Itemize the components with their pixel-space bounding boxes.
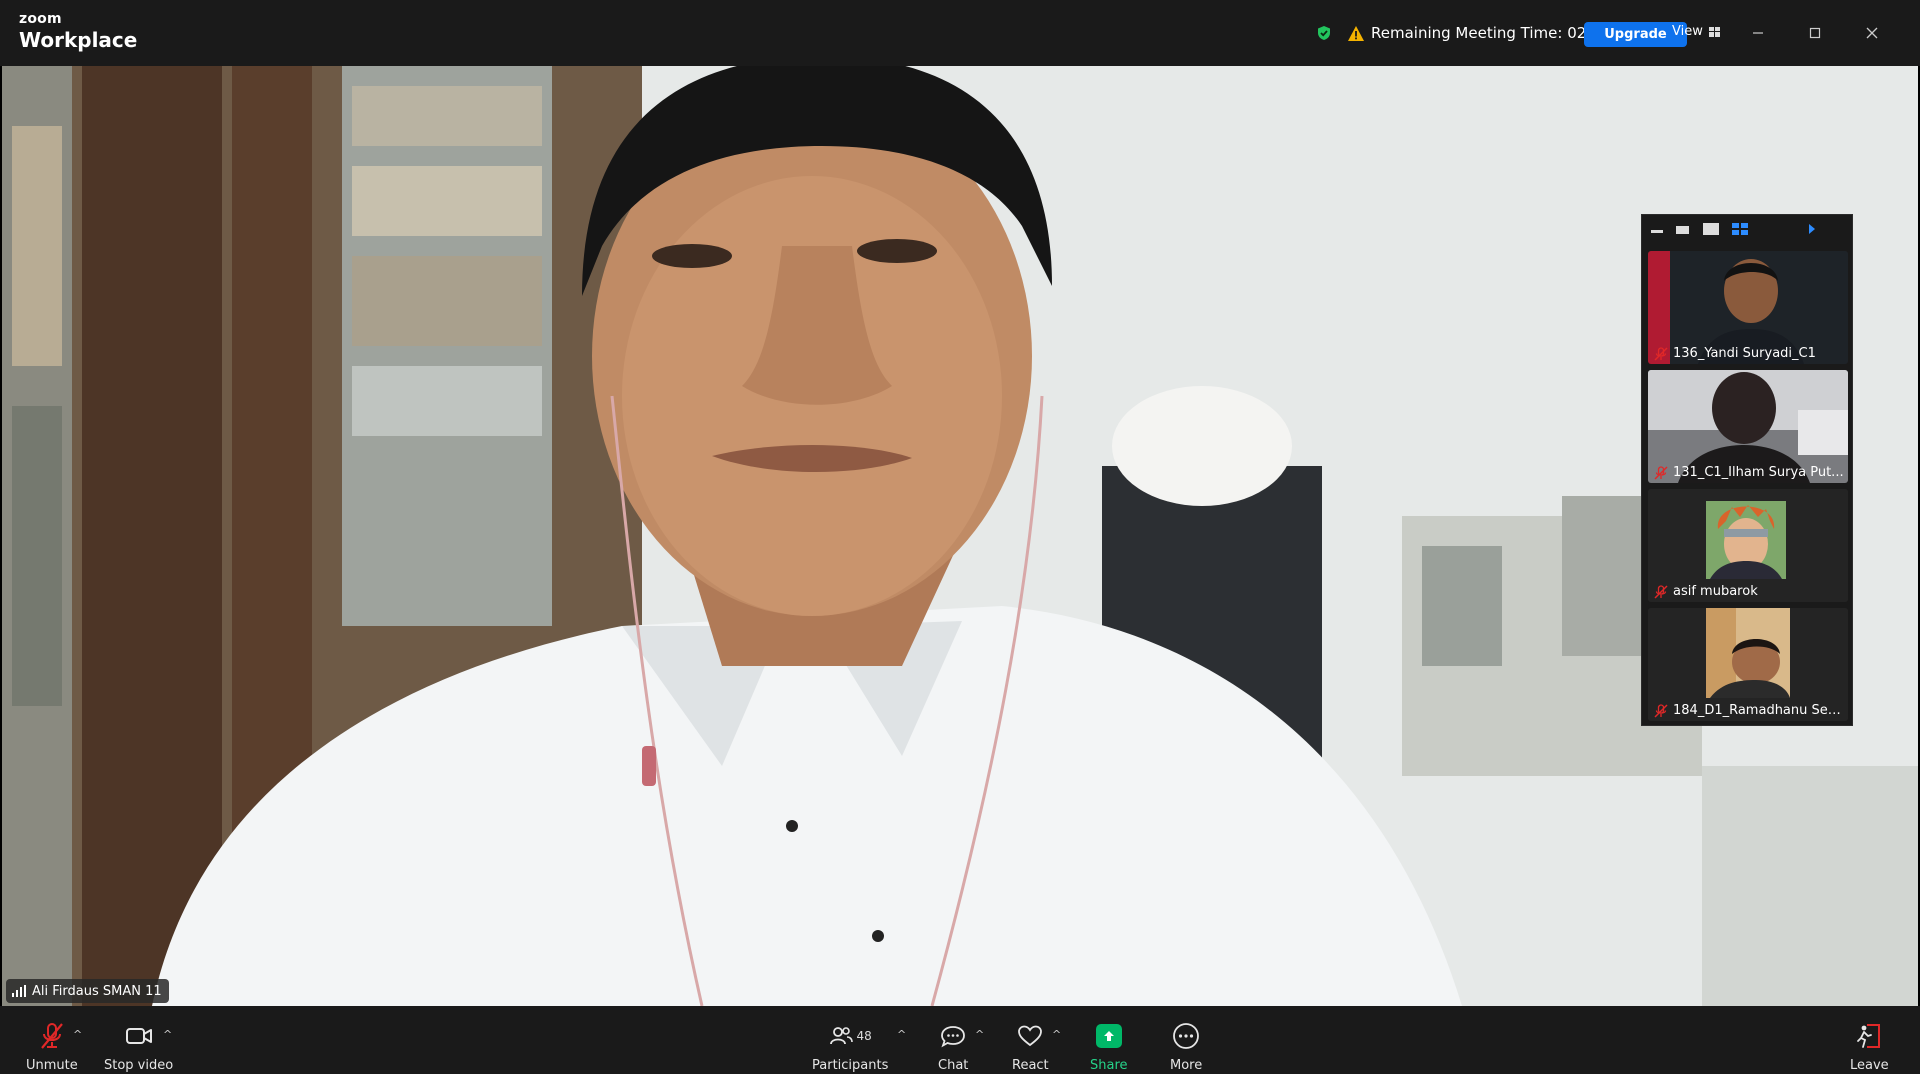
next-page-icon[interactable] — [1808, 224, 1816, 234]
participant-name-label: 136_Yandi Suryadi_C1 — [1654, 346, 1844, 361]
stop-video-label: Stop video — [104, 1058, 174, 1073]
more-icon — [1173, 1023, 1200, 1049]
more-button[interactable]: More — [1170, 1022, 1202, 1073]
title-bar: zoom Workplace Remaining Meeting Time: 0… — [0, 0, 1920, 66]
heart-icon — [1018, 1025, 1043, 1047]
react-options-caret-icon[interactable]: ^ — [1052, 1028, 1061, 1041]
share-icon — [1095, 1024, 1122, 1048]
participants-count: 48 — [856, 1029, 872, 1043]
minimize-icon — [1753, 32, 1763, 34]
minimize-window-button[interactable] — [1743, 20, 1773, 46]
leave-meeting-button[interactable]: Leave — [1850, 1022, 1889, 1073]
grid-icon — [1708, 26, 1720, 37]
mic-off-icon — [1654, 584, 1668, 599]
chat-button[interactable]: Chat — [938, 1022, 968, 1073]
participant-tile[interactable]: 136_Yandi Suryadi_C1 — [1648, 251, 1848, 364]
audio-options-caret-icon[interactable]: ^ — [73, 1028, 82, 1041]
view-label: View — [1672, 24, 1703, 39]
mic-off-icon — [41, 1023, 63, 1049]
participants-icon — [829, 1027, 853, 1045]
mic-off-icon — [1654, 465, 1668, 480]
brand-zoom-text: zoom — [19, 11, 62, 27]
participant-name: 136_Yandi Suryadi_C1 — [1673, 346, 1816, 361]
chat-label: Chat — [938, 1058, 969, 1073]
participants-options-caret-icon[interactable]: ^ — [897, 1028, 906, 1041]
share-label: Share — [1090, 1058, 1128, 1073]
participant-name-label: asif mubarok — [1654, 584, 1844, 599]
hide-video-icon[interactable] — [1651, 230, 1663, 234]
participant-name: 184_D1_Ramadhanu Set... — [1673, 703, 1844, 718]
speaker-name: Ali Firdaus SMAN 11 — [32, 983, 162, 999]
react-button[interactable]: React — [1012, 1022, 1049, 1073]
strip-size-large-icon[interactable] — [1703, 223, 1719, 235]
speaker-video-frame — [2, 66, 1918, 1006]
mic-off-icon — [1654, 346, 1668, 361]
more-label: More — [1170, 1058, 1203, 1073]
view-button[interactable]: View — [1672, 24, 1720, 39]
speaker-name-tag: Ali Firdaus SMAN 11 — [6, 979, 169, 1003]
participants-button[interactable]: 48 Participants — [812, 1022, 888, 1073]
participant-tile[interactable]: 184_D1_Ramadhanu Set... — [1648, 608, 1848, 721]
participant-name: 131_C1_Ilham Surya Put... — [1673, 465, 1844, 480]
zoom-logo: zoom Workplace — [19, 11, 137, 52]
brand-workplace-text: Workplace — [19, 28, 138, 52]
camera-icon — [125, 1028, 152, 1044]
strip-size-small-icon[interactable] — [1676, 226, 1689, 234]
react-label: React — [1012, 1058, 1049, 1073]
leave-label: Leave — [1850, 1058, 1889, 1073]
close-window-button[interactable] — [1857, 20, 1887, 46]
video-options-caret-icon[interactable]: ^ — [163, 1028, 172, 1041]
signal-strength-icon — [12, 985, 26, 997]
participant-name: asif mubarok — [1673, 584, 1758, 599]
participant-tile[interactable]: 131_C1_Ilham Surya Put... — [1648, 370, 1848, 483]
gallery-strip-toolbar — [1642, 215, 1854, 243]
gallery-grid-icon[interactable] — [1732, 223, 1748, 235]
gallery-strip[interactable]: 136_Yandi Suryadi_C1 131_C1_Ilham Surya … — [1641, 214, 1853, 726]
unmute-button[interactable]: Unmute — [26, 1022, 78, 1073]
share-screen-button[interactable]: Share — [1090, 1022, 1128, 1073]
close-icon — [1866, 27, 1878, 39]
mic-off-icon — [1654, 703, 1668, 718]
unmute-label: Unmute — [26, 1058, 78, 1073]
chat-options-caret-icon[interactable]: ^ — [975, 1028, 984, 1041]
participant-name-label: 184_D1_Ramadhanu Set... — [1654, 703, 1844, 718]
participant-tile[interactable]: asif mubarok — [1648, 489, 1848, 602]
warning-icon — [1348, 26, 1364, 41]
participant-name-label: 131_C1_Ilham Surya Put... — [1654, 465, 1844, 480]
maximize-window-button[interactable] — [1800, 20, 1830, 46]
meeting-controls-toolbar: Unmute ^ Stop video ^ 48 Participants ^ — [0, 1006, 1920, 1074]
shield-icon[interactable] — [1316, 25, 1332, 41]
chat-icon — [941, 1026, 966, 1048]
remaining-meeting-time: Remaining Meeting Time: 02:30 — [1371, 24, 1611, 42]
participants-label: Participants — [812, 1058, 889, 1073]
maximize-icon — [1809, 27, 1821, 39]
active-speaker-video[interactable] — [2, 66, 1918, 1006]
leave-icon — [1857, 1024, 1881, 1048]
